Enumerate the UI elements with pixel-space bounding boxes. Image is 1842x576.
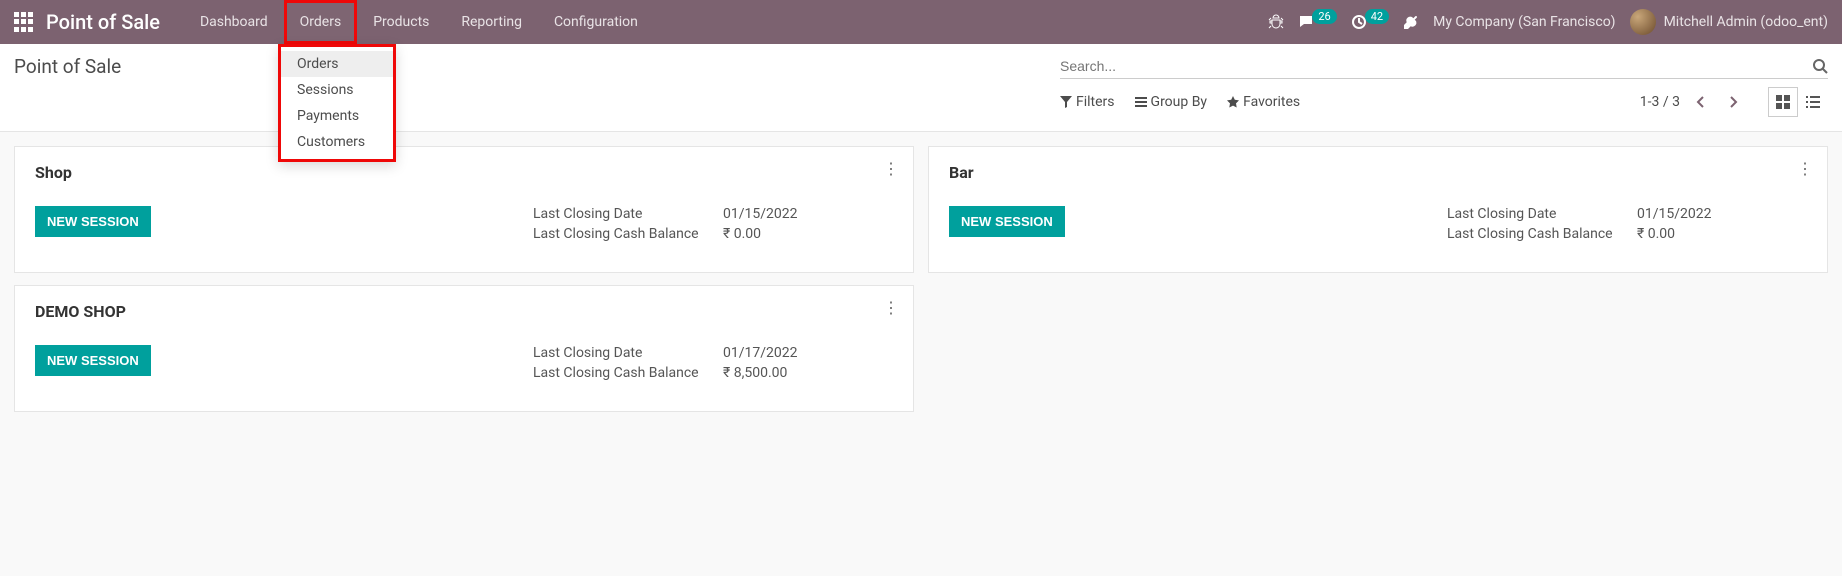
dropdown-sessions[interactable]: Sessions xyxy=(281,77,393,103)
card-menu-icon[interactable]: ⋮ xyxy=(883,298,899,317)
company-selector[interactable]: My Company (San Francisco) xyxy=(1433,14,1615,30)
activities-badge: 42 xyxy=(1365,9,1389,24)
pager: 1-3 / 3 xyxy=(1640,87,1828,117)
closing-balance-label: Last Closing Cash Balance xyxy=(533,365,723,381)
dropdown-customers[interactable]: Customers xyxy=(281,129,393,155)
card-menu-icon[interactable]: ⋮ xyxy=(883,159,899,178)
groupby-icon xyxy=(1135,96,1147,108)
closing-balance-value: ₹ 0.00 xyxy=(1637,226,1807,242)
filters-button[interactable]: Filters xyxy=(1060,94,1115,110)
card-title: DEMO SHOP xyxy=(35,302,893,321)
card-stats: Last Closing Date 01/15/2022 Last Closin… xyxy=(1447,206,1807,242)
nav-dashboard[interactable]: Dashboard xyxy=(184,0,284,44)
activities-button[interactable]: 42 xyxy=(1351,14,1389,30)
search-icon[interactable] xyxy=(1812,58,1828,74)
pos-card-shop[interactable]: ⋮ Shop NEW SESSION Last Closing Date 01/… xyxy=(14,146,914,273)
card-stats: Last Closing Date 01/17/2022 Last Closin… xyxy=(533,345,893,381)
messages-badge: 26 xyxy=(1312,9,1336,24)
new-session-button[interactable]: NEW SESSION xyxy=(949,206,1065,237)
user-name: Mitchell Admin (odoo_ent) xyxy=(1664,14,1828,30)
messages-button[interactable]: 26 xyxy=(1298,14,1336,30)
pos-card-bar[interactable]: ⋮ Bar NEW SESSION Last Closing Date 01/1… xyxy=(928,146,1828,273)
user-menu[interactable]: Mitchell Admin (odoo_ent) xyxy=(1630,9,1828,35)
apps-icon[interactable] xyxy=(14,12,34,32)
favorites-button[interactable]: Favorites xyxy=(1227,94,1300,110)
favorites-label: Favorites xyxy=(1243,94,1300,110)
pager-prev[interactable] xyxy=(1690,91,1712,113)
top-nav: Point of Sale Dashboard Orders Products … xyxy=(0,0,1842,44)
dropdown-payments[interactable]: Payments xyxy=(281,103,393,129)
closing-balance-value: ₹ 0.00 xyxy=(723,226,893,242)
nav-products[interactable]: Products xyxy=(357,0,445,44)
card-menu-icon[interactable]: ⋮ xyxy=(1797,159,1813,178)
list-icon xyxy=(1806,95,1820,109)
groupby-label: Group By xyxy=(1151,94,1208,110)
systray: 26 42 My Company (San Francisco) Mitchel… xyxy=(1268,9,1828,35)
kanban-icon xyxy=(1776,95,1790,109)
card-title: Shop xyxy=(35,163,893,182)
card-title: Bar xyxy=(949,163,1807,182)
page-title: Point of Sale xyxy=(14,55,121,78)
closing-date-value: 01/17/2022 xyxy=(723,345,893,361)
search-input[interactable] xyxy=(1060,58,1812,74)
subheader: Point of Sale xyxy=(0,44,1842,79)
pager-next[interactable] xyxy=(1722,91,1744,113)
nav-configuration[interactable]: Configuration xyxy=(538,0,654,44)
new-session-button[interactable]: NEW SESSION xyxy=(35,206,151,237)
closing-balance-label: Last Closing Cash Balance xyxy=(1447,226,1637,242)
new-session-button[interactable]: NEW SESSION xyxy=(35,345,151,376)
groupby-button[interactable]: Group By xyxy=(1135,94,1208,110)
closing-date-value: 01/15/2022 xyxy=(1637,206,1807,222)
control-row: Filters Group By Favorites 1-3 / 3 xyxy=(0,79,1842,132)
debug-tools-icon[interactable] xyxy=(1403,14,1419,30)
closing-date-value: 01/15/2022 xyxy=(723,206,893,222)
filters-label: Filters xyxy=(1076,94,1115,110)
dropdown-orders[interactable]: Orders xyxy=(281,51,393,77)
card-stats: Last Closing Date 01/15/2022 Last Closin… xyxy=(533,206,893,242)
nav-items: Dashboard Orders Products Reporting Conf… xyxy=(184,0,654,44)
filter-icon xyxy=(1060,96,1072,108)
search-wrap xyxy=(1060,54,1828,79)
kanban-view-button[interactable] xyxy=(1768,87,1798,117)
closing-date-label: Last Closing Date xyxy=(1447,206,1637,222)
controls: Filters Group By Favorites 1-3 / 3 xyxy=(1060,87,1828,117)
pager-text[interactable]: 1-3 / 3 xyxy=(1640,94,1680,110)
pos-card-demo[interactable]: ⋮ DEMO SHOP NEW SESSION Last Closing Dat… xyxy=(14,285,914,412)
list-view-button[interactable] xyxy=(1798,87,1828,117)
brand-title[interactable]: Point of Sale xyxy=(46,10,160,34)
nav-reporting[interactable]: Reporting xyxy=(445,0,538,44)
closing-date-label: Last Closing Date xyxy=(533,345,723,361)
closing-date-label: Last Closing Date xyxy=(533,206,723,222)
view-switcher xyxy=(1768,87,1828,117)
closing-balance-value: ₹ 8,500.00 xyxy=(723,365,893,381)
orders-dropdown: Orders Sessions Payments Customers xyxy=(278,44,396,162)
avatar-icon xyxy=(1630,9,1656,35)
star-icon xyxy=(1227,96,1239,108)
closing-balance-label: Last Closing Cash Balance xyxy=(533,226,723,242)
kanban-area: ⋮ Shop NEW SESSION Last Closing Date 01/… xyxy=(0,132,1842,426)
nav-orders[interactable]: Orders xyxy=(284,0,358,44)
bug-icon[interactable] xyxy=(1268,14,1284,30)
